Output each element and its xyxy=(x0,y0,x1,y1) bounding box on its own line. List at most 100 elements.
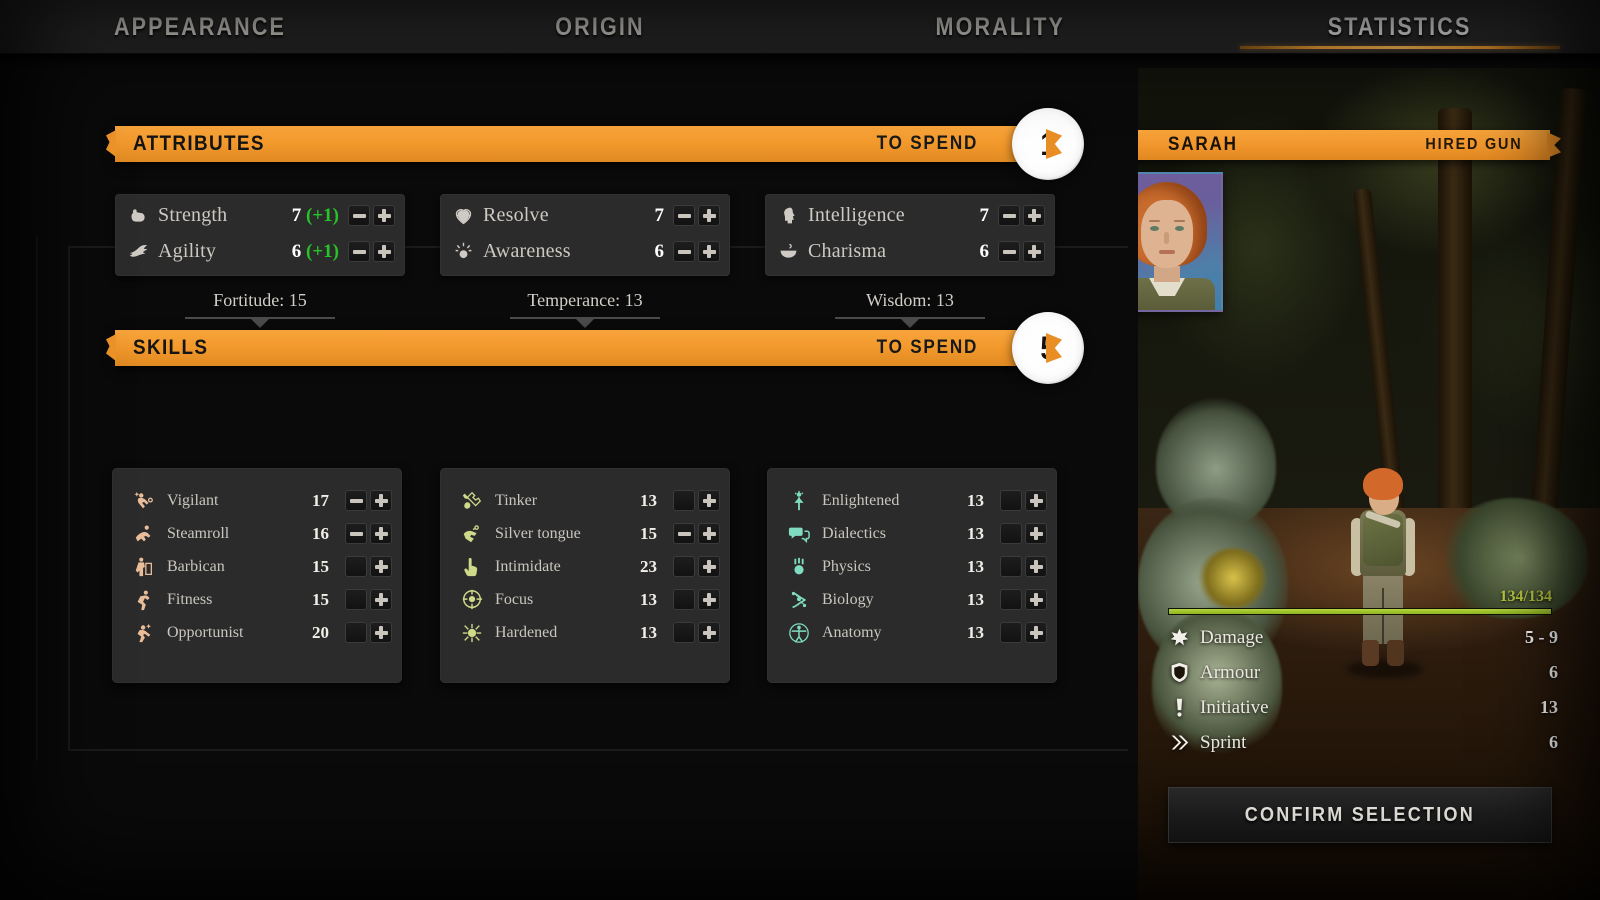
attribute-decrease-button[interactable] xyxy=(673,205,695,226)
skill-increase-button[interactable] xyxy=(1025,589,1047,610)
stat-row-armour: Armour 6 xyxy=(1166,655,1558,690)
attribute-stepper xyxy=(348,205,395,226)
attribute-stepper xyxy=(348,241,395,262)
skill-decrease-button xyxy=(345,622,367,643)
skill-stepper xyxy=(1000,622,1047,643)
skill-value: 13 xyxy=(967,622,984,642)
attribute-decrease-button[interactable] xyxy=(348,205,370,226)
attribute-value: 7 xyxy=(979,204,990,226)
attribute-decrease-button[interactable] xyxy=(998,241,1020,262)
skill-row-enlightened: Enlightened 13 xyxy=(787,484,1047,517)
skill-group: Tinker 13 Silver tongue 15 Intimidate 23 Focus… xyxy=(440,468,730,683)
skill-row-opportunist: Opportunist 20 xyxy=(132,616,392,649)
skill-value: 17 xyxy=(312,490,329,510)
stat-name: Damage xyxy=(1200,626,1264,648)
portrait-brow-right xyxy=(1174,220,1185,222)
heart-pulse-icon xyxy=(452,205,474,227)
skill-stepper xyxy=(1000,523,1047,544)
skill-stepper xyxy=(673,622,720,643)
skill-increase-button[interactable] xyxy=(370,589,392,610)
skill-increase-button[interactable] xyxy=(370,523,392,544)
attribute-row-resolve: Resolve 7 xyxy=(440,198,730,233)
pointing-hand-icon xyxy=(460,555,483,578)
skill-name: Physics xyxy=(822,557,871,575)
attribute-increase-button[interactable] xyxy=(698,205,720,226)
skill-name: Fitness xyxy=(167,590,213,608)
skill-value: 13 xyxy=(967,589,984,609)
skill-increase-button[interactable] xyxy=(1025,556,1047,577)
atom-icon xyxy=(787,555,810,578)
confirm-selection-button[interactable]: CONFIRM SELECTION xyxy=(1168,787,1552,843)
skill-increase-button[interactable] xyxy=(1025,490,1047,511)
skill-decrease-button xyxy=(1000,622,1022,643)
skill-increase-button[interactable] xyxy=(1025,622,1047,643)
skill-decrease-button[interactable] xyxy=(345,490,367,511)
attribute-stepper xyxy=(673,205,720,226)
skill-decrease-button[interactable] xyxy=(345,523,367,544)
attribute-row-charisma: Charisma 6 xyxy=(765,234,1055,269)
character-panel: SARAH HIRED GUN 134/134 Damage 5 - 9 Armou… xyxy=(1138,68,1600,900)
skill-increase-button[interactable] xyxy=(698,589,720,610)
burst-icon xyxy=(1166,626,1192,650)
skill-group: Vigilant 17 Steamroll 16 Barbican 15 Fitness 15… xyxy=(112,468,402,683)
vitruvian-icon xyxy=(787,621,810,644)
attributes-grid: Strength 7 (+1) Agility 6 (+1) Fortitude: 15… xyxy=(115,194,1075,319)
tabbar-shadow xyxy=(0,54,1600,68)
attribute-increase-button[interactable] xyxy=(698,241,720,262)
skill-increase-button[interactable] xyxy=(698,622,720,643)
skill-name: Barbican xyxy=(167,557,225,575)
skill-decrease-button[interactable] xyxy=(673,523,695,544)
skill-stepper xyxy=(673,556,720,577)
skill-value: 13 xyxy=(967,556,984,576)
stat-value: 5 - 9 xyxy=(1525,627,1558,647)
derived-attribute-total: Fortitude: 15 xyxy=(115,290,405,319)
skill-stepper xyxy=(673,523,720,544)
skills-header: SKILLS TO SPEND 5 xyxy=(115,312,1084,384)
skill-decrease-button xyxy=(345,589,367,610)
health-bar-fill xyxy=(1169,609,1551,614)
skill-increase-button[interactable] xyxy=(1025,523,1047,544)
attribute-increase-button[interactable] xyxy=(1023,241,1045,262)
tab-origin[interactable]: ORIGIN xyxy=(400,0,800,54)
brain-head-icon xyxy=(777,205,799,227)
attribute-decrease-button[interactable] xyxy=(673,241,695,262)
skill-stepper xyxy=(345,622,392,643)
skill-increase-button[interactable] xyxy=(370,490,392,511)
attribute-increase-button[interactable] xyxy=(1023,205,1045,226)
attributes-header: ATTRIBUTES TO SPEND 1 xyxy=(115,108,1084,180)
skill-increase-button[interactable] xyxy=(698,490,720,511)
attribute-name: Resolve xyxy=(483,204,549,226)
stat-name: Initiative xyxy=(1200,696,1269,718)
skill-decrease-button xyxy=(673,622,695,643)
derived-attribute-label: Fortitude: 15 xyxy=(213,290,307,310)
attribute-bonus: (+1) xyxy=(306,240,339,262)
tab-appearance[interactable]: APPEARANCE xyxy=(0,0,400,54)
tab-statistics[interactable]: STATISTICS xyxy=(1200,0,1600,54)
skill-increase-button[interactable] xyxy=(698,523,720,544)
tab-morality[interactable]: MORALITY xyxy=(800,0,1200,54)
skill-group: Enlightened 13 Dialectics 13 Physics 13 Biolog… xyxy=(767,468,1057,683)
skill-name: Hardened xyxy=(495,623,558,641)
character-hair xyxy=(1363,468,1403,500)
attribute-increase-button[interactable] xyxy=(373,205,395,226)
double-chevron-icon xyxy=(1166,731,1192,755)
attribute-decrease-button[interactable] xyxy=(998,205,1020,226)
skill-decrease-button xyxy=(673,589,695,610)
character-portrait xyxy=(1138,172,1223,312)
awareness-eye-icon xyxy=(452,241,474,263)
skill-increase-button[interactable] xyxy=(370,556,392,577)
attribute-decrease-button[interactable] xyxy=(348,241,370,262)
attribute-stepper xyxy=(673,241,720,262)
stat-name: Sprint xyxy=(1200,731,1247,753)
speech-bubbles-icon xyxy=(787,522,810,545)
skill-stepper xyxy=(345,556,392,577)
skill-increase-button[interactable] xyxy=(698,556,720,577)
attribute-name: Awareness xyxy=(483,240,571,262)
portrait-brow-left xyxy=(1149,220,1160,222)
derived-attribute-label: Temperance: 13 xyxy=(527,290,643,310)
character-name: SARAH xyxy=(1168,134,1238,155)
attribute-increase-button[interactable] xyxy=(373,241,395,262)
skill-increase-button[interactable] xyxy=(370,622,392,643)
top-tab-bar: APPEARANCE ORIGIN MORALITY STATISTICS xyxy=(0,0,1600,54)
attribute-row-strength: Strength 7 (+1) xyxy=(115,198,405,233)
